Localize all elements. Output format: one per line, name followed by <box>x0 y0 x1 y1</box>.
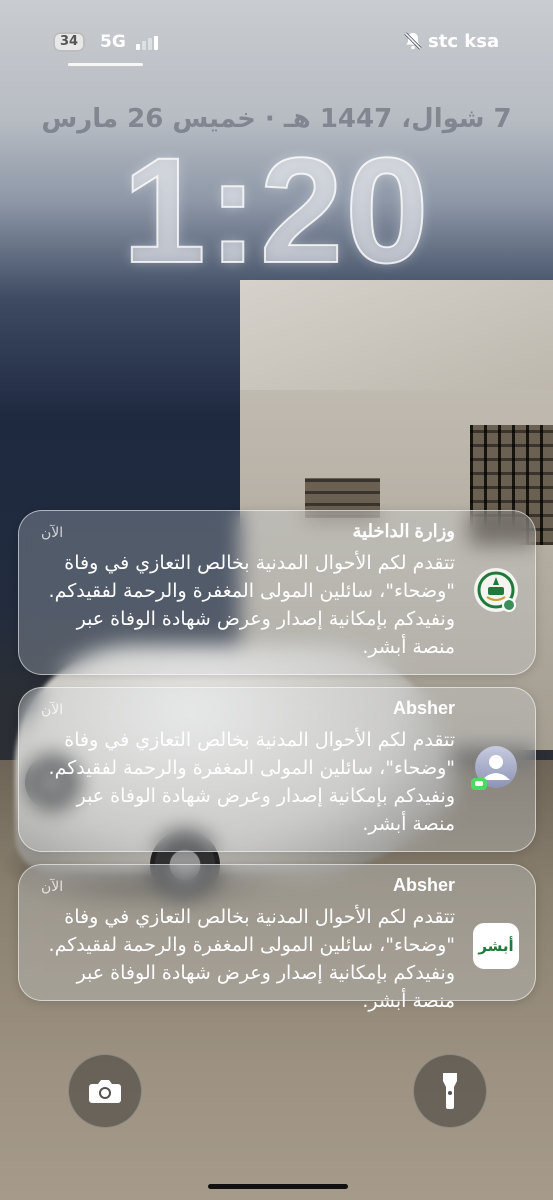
notification-absher-1[interactable]: الآن Absher تتقدم لكم الأحوال المدنية بخ… <box>18 687 536 852</box>
camera-icon <box>89 1080 121 1103</box>
lock-clock: 1:20 <box>121 126 431 294</box>
battery-indicator: 34 <box>53 32 85 52</box>
signal-bars-icon <box>136 36 164 50</box>
notification-time: الآن <box>41 525 64 541</box>
home-indicator[interactable] <box>208 1184 348 1189</box>
notification-absher-2[interactable]: الآن Absher تتقدم لكم الأحوال المدنية بخ… <box>18 864 536 1012</box>
status-bar: 34 5G stc ksa <box>0 0 553 90</box>
notification-body: تتقدم لكم الأحوال المدنية بخالص التعازي … <box>48 729 455 835</box>
notification-body: تتقدم لكم الأحوال المدنية بخالص التعازي … <box>48 552 455 658</box>
notification-title: Absher <box>392 698 455 718</box>
flashlight-icon <box>443 1073 457 1109</box>
notification-time: الآن <box>41 879 64 895</box>
notification-title: وزارة الداخلية <box>352 521 455 541</box>
absher-app-icon: أبشر <box>473 923 519 969</box>
notification-time: الآن <box>41 702 64 718</box>
camera-button[interactable] <box>68 1054 142 1128</box>
notification-body: تتقدم لكم الأحوال المدنية بخالص التعازي … <box>48 906 455 1012</box>
flashlight-button[interactable] <box>413 1054 487 1128</box>
status-underline <box>68 63 143 66</box>
network-type: 5G <box>100 32 126 52</box>
moi-emblem-icon <box>474 568 518 612</box>
bell-slash-icon <box>404 32 422 50</box>
contact-avatar-icon <box>471 746 517 790</box>
carrier-name: stc ksa <box>428 31 500 52</box>
notification-title: Absher <box>392 875 455 895</box>
notification-moi[interactable]: الآن وزارة الداخلية تتقدم لكم الأحوال ال… <box>18 510 536 675</box>
